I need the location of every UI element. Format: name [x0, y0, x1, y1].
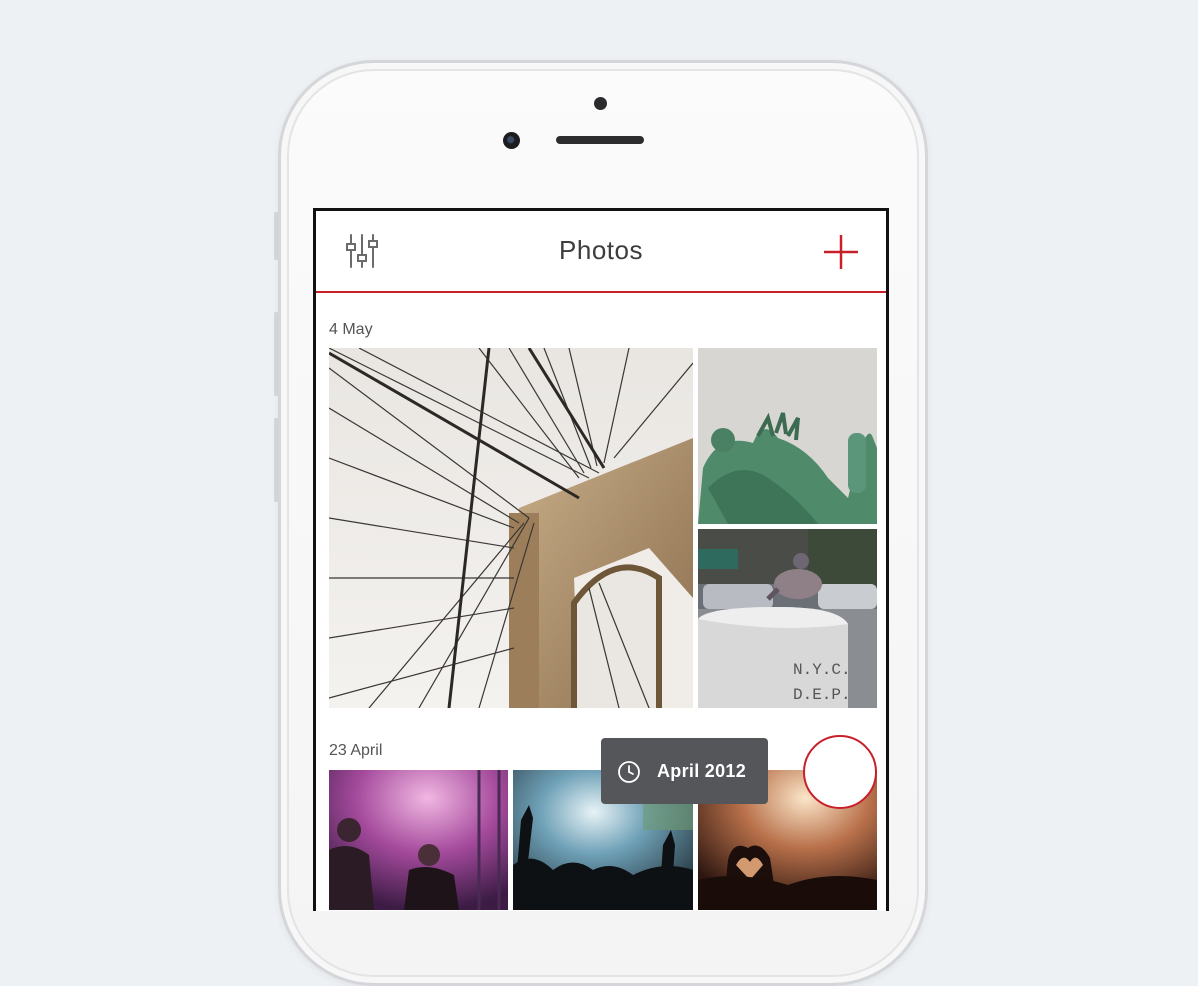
clock-icon: [618, 761, 640, 783]
navigation-bar: Photos: [316, 211, 886, 293]
photo-thumbnail-statue[interactable]: [698, 348, 877, 524]
page-title: Photos: [559, 235, 643, 265]
app-screen: Photos 4 May N.Y.C. D.E.P. 23 April Apri…: [313, 208, 889, 911]
proximity-sensor: [594, 97, 607, 110]
date-scrubber-label: April 2012: [657, 761, 747, 781]
earpiece-speaker: [556, 136, 644, 144]
date-scrubber-handle[interactable]: [803, 735, 877, 809]
section-date-label: 23 April: [329, 742, 383, 759]
front-camera: [503, 132, 520, 149]
post-stamp-line-1: N.Y.C.: [793, 661, 851, 679]
plus-icon: [824, 235, 858, 269]
photo-thumbnail-pigeon[interactable]: N.Y.C. D.E.P.: [698, 529, 877, 708]
date-scrubber-tooltip: April 2012: [601, 738, 768, 804]
add-photo-button[interactable]: [821, 232, 861, 272]
post-stamp-line-2: D.E.P.: [793, 686, 851, 704]
section-date-label: 4 May: [329, 321, 373, 338]
photo-thumbnail-concert-performers[interactable]: [329, 770, 508, 910]
photo-thumbnail-bridge[interactable]: [329, 348, 693, 708]
